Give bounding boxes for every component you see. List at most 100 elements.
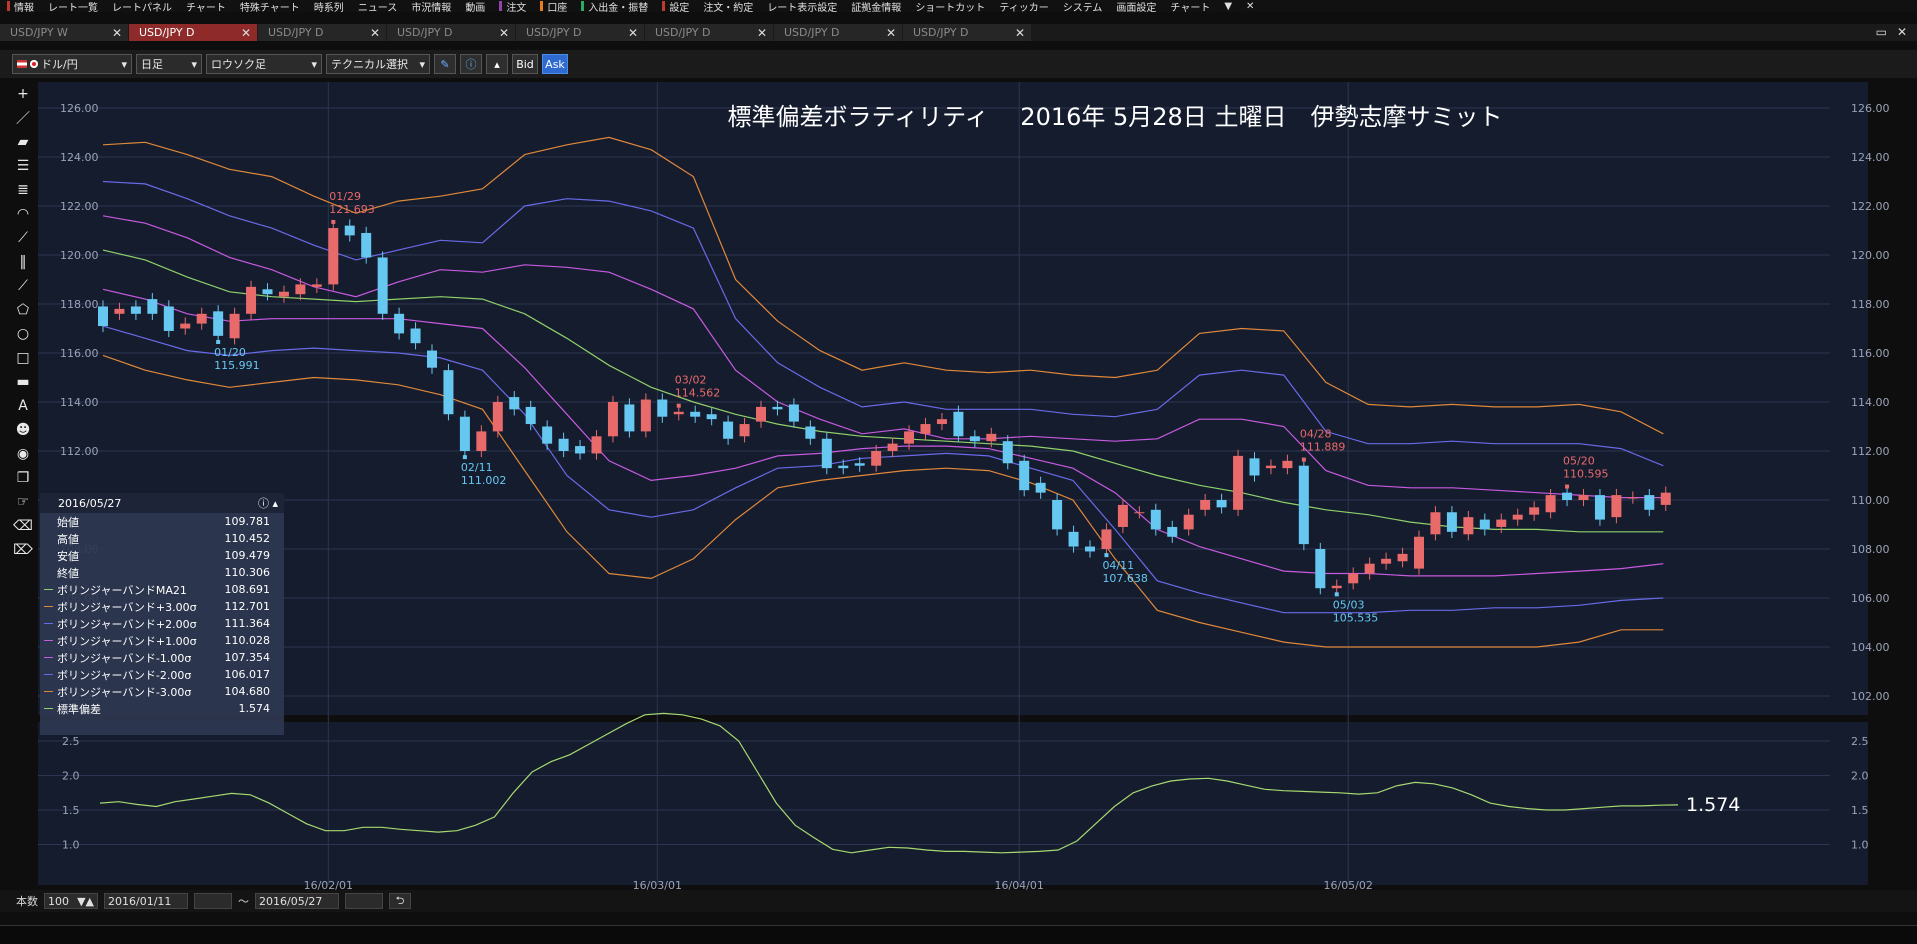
time-to-input[interactable]: [345, 893, 383, 909]
line-swatch: [44, 538, 53, 539]
candle-body: [1660, 492, 1671, 505]
stdev-last-value: 1.574: [1686, 794, 1740, 816]
extreme-date-label: 05/20: [1563, 455, 1595, 468]
info-row-value: 109.781: [224, 515, 271, 528]
extreme-marker: [462, 455, 467, 460]
date-to-input[interactable]: 2016/05/27: [255, 893, 339, 909]
candle-body: [1446, 512, 1457, 532]
extreme-marker: [1301, 457, 1306, 462]
price-tick-label-right: 102.00: [1851, 690, 1890, 703]
chart-canvas[interactable]: 102.00102.00104.00104.00106.00106.00108.…: [0, 0, 1917, 943]
candle-body: [1644, 495, 1655, 510]
info-row-label: 始値: [44, 514, 79, 530]
info-row-value: 107.354: [224, 651, 271, 664]
info-row: 終値 110.306: [40, 564, 284, 581]
candle-body: [1414, 536, 1424, 569]
info-row-label-text: 高値: [57, 532, 79, 546]
candle-body: [1381, 558, 1392, 564]
candle-body: [706, 414, 717, 420]
candle-body: [805, 426, 816, 439]
chart-title: 標準偏差ボラティリティ 2016年 5月28日 土曜日 伊勢志摩サミット: [728, 103, 1503, 131]
price-tick-label-right: 110.00: [1851, 494, 1890, 507]
price-tick-label-left: 126.00: [60, 102, 99, 115]
extreme-value-label: 121.693: [329, 203, 375, 216]
return-icon: ⮌: [395, 893, 405, 907]
info-row-value: 1.574: [238, 702, 271, 715]
info-row-value: 109.479: [224, 549, 271, 562]
candle-body: [114, 308, 125, 314]
candle-body: [953, 411, 964, 437]
info-row-value: 112.701: [224, 600, 271, 613]
candle-body: [492, 402, 503, 432]
price-tick-label-left: 120.00: [60, 249, 99, 262]
candle-body: [838, 465, 849, 469]
price-tick-label-left: 124.00: [60, 151, 99, 164]
range-bar: 本数 100 ▼▲ 2016/01/11 〜 2016/05/27 ⮌: [0, 890, 1917, 912]
candle-body: [936, 419, 947, 425]
candle-body: [1052, 500, 1063, 530]
info-row-value: 110.306: [224, 566, 271, 579]
candle-body: [542, 426, 553, 444]
stepper-arrows-icon: ▼▲: [77, 894, 94, 908]
info-panel-collapse-icon[interactable]: ⓘ ▴: [258, 495, 278, 511]
candle-body: [1611, 495, 1622, 518]
candle-body: [1101, 529, 1112, 549]
info-row-label: ボリンジャーバンド+3.00σ: [44, 599, 197, 615]
info-date: 2016/05/27: [58, 496, 122, 510]
candle-body: [723, 421, 734, 439]
count-stepper[interactable]: 100 ▼▲: [44, 893, 98, 909]
info-row-label: 高値: [44, 531, 79, 547]
info-row-value: 104.680: [224, 685, 271, 698]
date-from-input[interactable]: 2016/01/11: [104, 893, 188, 909]
candle-body: [690, 411, 701, 417]
info-row-value: 106.017: [224, 668, 271, 681]
extreme-marker: [676, 403, 681, 408]
candle-body: [476, 431, 487, 451]
extreme-date-label: 04/11: [1102, 559, 1134, 572]
time-from-input[interactable]: [194, 893, 232, 909]
info-row-label: 安値: [44, 548, 79, 564]
candle-body: [377, 257, 388, 314]
info-row-label: ボリンジャーバンド+2.00σ: [44, 616, 197, 632]
range-separator: 〜: [238, 895, 249, 908]
price-tick-label-right: 108.00: [1851, 543, 1890, 556]
price-tick-label-right: 114.00: [1851, 396, 1890, 409]
ohlc-info-panel: 2016/05/27 ⓘ ▴ 始値 109.781 高値 110.452 安値 109.4…: [40, 493, 284, 735]
info-row: 始値 109.781: [40, 513, 284, 530]
price-tick-label-left: 116.00: [60, 347, 99, 360]
extreme-marker: [216, 339, 221, 344]
candle-body: [920, 424, 931, 434]
info-panel-header: 2016/05/27 ⓘ ▴: [40, 493, 284, 513]
info-row-label: ボリンジャーバンド-1.00σ: [44, 650, 191, 666]
refresh-button[interactable]: ⮌: [389, 893, 411, 909]
candle-body: [575, 446, 586, 454]
line-swatch: [44, 708, 53, 709]
info-row-value: 111.364: [224, 617, 271, 630]
info-row-label-text: 終値: [57, 566, 79, 580]
extreme-date-label: 02/11: [461, 461, 493, 474]
info-row: ボリンジャーバンド-2.00σ 106.017: [40, 666, 284, 683]
candle-body: [1265, 465, 1276, 469]
candle-body: [147, 299, 158, 314]
candle-body: [1035, 482, 1046, 493]
price-tick-label-right: 120.00: [1851, 249, 1890, 262]
extreme-value-label: 111.002: [461, 474, 507, 487]
line-swatch: [44, 657, 53, 658]
candle-body: [1233, 455, 1244, 510]
extreme-value-label: 111.889: [1300, 441, 1346, 454]
candle-body: [1512, 514, 1523, 520]
price-tick-label-right: 112.00: [1851, 445, 1890, 458]
candle-body: [1183, 514, 1194, 530]
candle-body: [1167, 526, 1178, 537]
date-to-value: 2016/05/27: [259, 894, 323, 908]
candle-body: [607, 402, 618, 437]
info-row-label-text: 安値: [57, 549, 79, 563]
line-swatch: [44, 589, 53, 590]
candle-body: [1134, 512, 1145, 514]
candle-body: [739, 424, 750, 437]
stdev-tick-label-right: 1.0: [1851, 839, 1869, 852]
extreme-value-label: 115.991: [214, 359, 260, 372]
line-swatch: [44, 674, 53, 675]
stdev-tick-label-right: 2.0: [1851, 770, 1869, 783]
info-row-label: ボリンジャーバンドMA21: [44, 582, 187, 598]
